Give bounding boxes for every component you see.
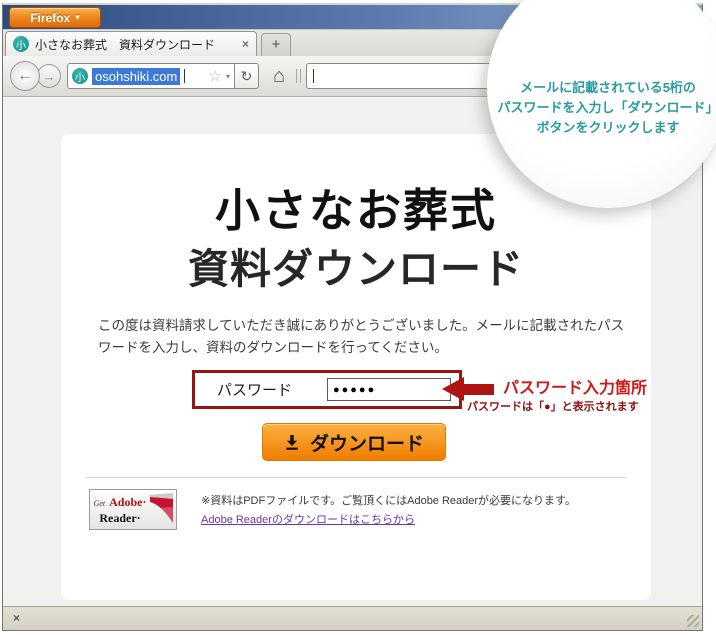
arrow-shaft bbox=[464, 383, 494, 395]
home-button[interactable]: ⌂ bbox=[266, 64, 292, 88]
chevron-down-icon: ▾ bbox=[75, 12, 80, 22]
tab-close-icon[interactable]: × bbox=[242, 37, 249, 51]
callout-line: ボタンをクリックします bbox=[536, 120, 680, 136]
firefox-menu-button[interactable]: Firefox ▾ bbox=[9, 7, 101, 28]
url-bar[interactable]: 小 osohshiki.com ☆ ▾ bbox=[67, 63, 235, 89]
divider bbox=[86, 477, 626, 478]
annotation-title: パスワード入力箇所 bbox=[503, 380, 648, 397]
search-input[interactable] bbox=[306, 63, 498, 89]
adobe-download-link[interactable]: Adobe Readerのダウンロードはこちらから bbox=[201, 511, 415, 527]
callout-text: メールに記載されている5桁の パスワードを入力し「ダウンロード」 ボタンをクリッ… bbox=[487, 78, 716, 138]
url-text-selected: osohshiki.com bbox=[92, 67, 181, 85]
addon-bar: × bbox=[3, 606, 702, 630]
badge-get-label: Get bbox=[93, 499, 106, 509]
bookmark-star-icon[interactable]: ☆ bbox=[209, 67, 222, 85]
text-cursor bbox=[184, 69, 186, 83]
password-highlight-box: パスワード bbox=[192, 370, 462, 409]
text-cursor bbox=[313, 69, 314, 83]
site-favicon-icon: 小 bbox=[13, 36, 29, 52]
reload-button[interactable]: ↻ bbox=[234, 63, 259, 89]
web-page: 小さなお葬式 資料ダウンロード この度は資料請求していただき誠にありがとうござい… bbox=[61, 134, 651, 600]
toolbar-splitter[interactable] bbox=[296, 69, 301, 83]
firefox-menu-label: Firefox bbox=[30, 10, 71, 25]
urlbar-favicon-icon: 小 bbox=[72, 68, 88, 84]
adobe-badge-text: Get Adobe· Reader· bbox=[92, 493, 148, 525]
pdf-note: ※資料はPDFファイルです。ご覧頂くにはAdobe Readerが必要になります… bbox=[201, 495, 576, 507]
forward-button[interactable]: → bbox=[37, 64, 61, 88]
adobe-swoosh-icon bbox=[149, 492, 173, 523]
password-label: パスワード bbox=[217, 382, 293, 399]
screenshot-canvas: Firefox ▾ 小 小さなお葬式 資料ダウンロード × + ← → 小 os… bbox=[0, 0, 716, 635]
close-icon[interactable]: × bbox=[13, 611, 20, 625]
download-button-label: ダウンロード bbox=[309, 433, 424, 455]
page-title-gothic: 資料ダウンロード bbox=[188, 246, 524, 292]
callout-line: パスワードを入力し「ダウンロード」 bbox=[497, 100, 716, 116]
urlbar-dropdown-icon[interactable]: ▾ bbox=[226, 72, 230, 81]
adobe-reader-badge[interactable]: Get Adobe· Reader· bbox=[89, 489, 177, 530]
red-arrow-icon bbox=[442, 377, 494, 401]
back-button[interactable]: ← bbox=[10, 61, 40, 91]
download-button[interactable]: ダウンロード bbox=[262, 423, 446, 461]
callout-line: メールに記載されている5桁の bbox=[520, 80, 696, 95]
badge-reader-label: Reader· bbox=[99, 510, 141, 525]
resize-grip[interactable] bbox=[687, 615, 699, 627]
intro-paragraph: この度は資料請求していただき誠にありがとうございました。メールに記載されたパスワ… bbox=[98, 318, 625, 355]
new-tab-button[interactable]: + bbox=[261, 33, 291, 56]
arrow-head bbox=[442, 377, 464, 401]
password-input[interactable] bbox=[327, 378, 451, 401]
download-icon bbox=[286, 434, 298, 450]
badge-adobe-label: Adobe· bbox=[109, 495, 147, 510]
tab-osohshiki[interactable]: 小 小さなお葬式 資料ダウンロード × bbox=[5, 31, 257, 56]
tab-title: 小さなお葬式 資料ダウンロード bbox=[35, 37, 216, 52]
